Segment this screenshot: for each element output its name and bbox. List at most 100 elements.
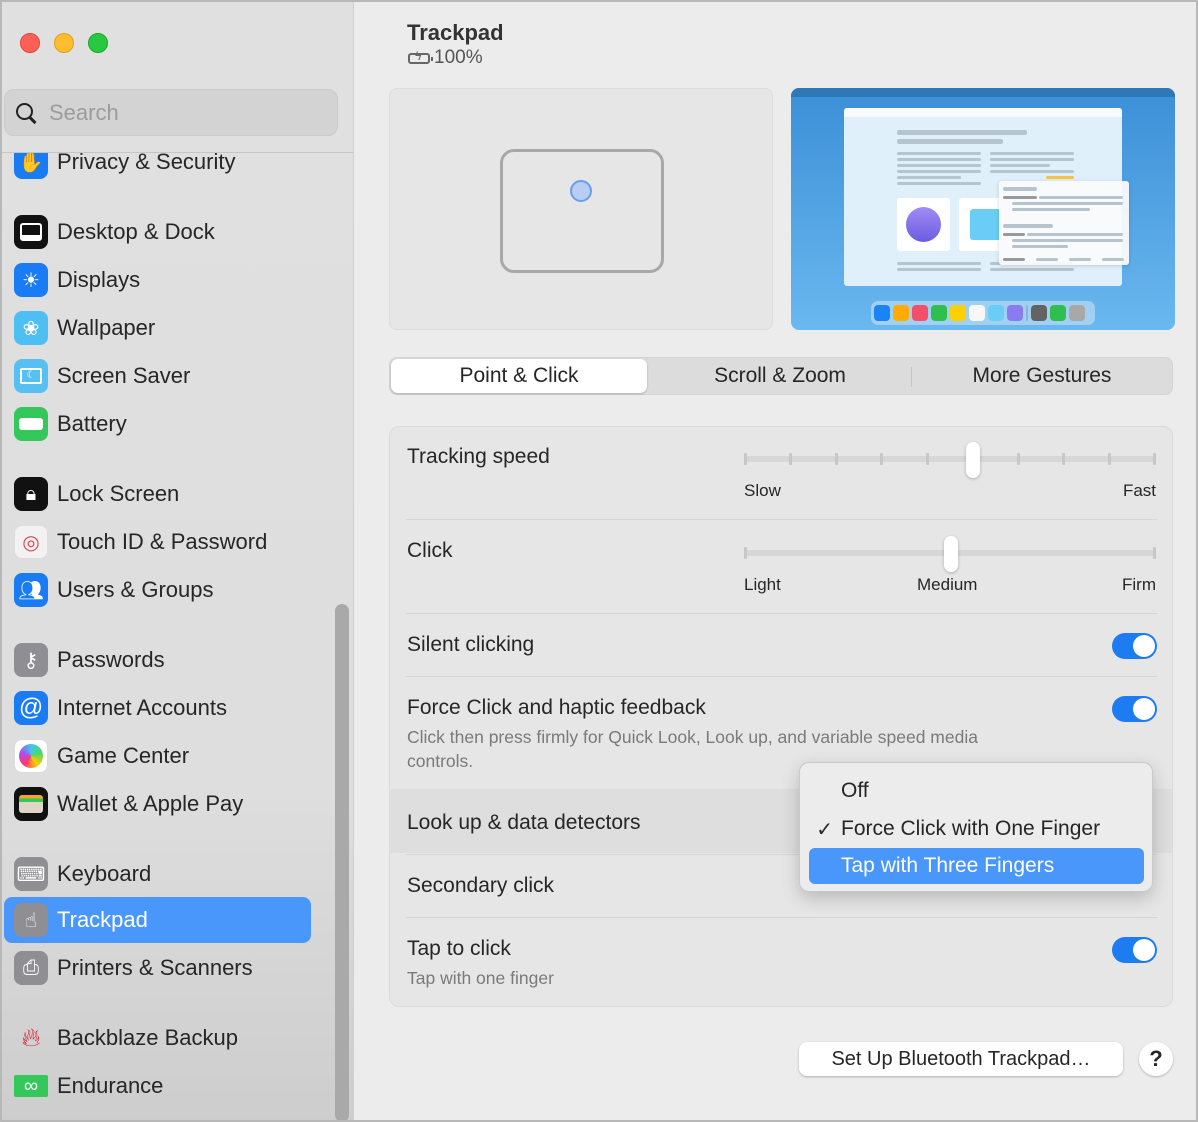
- tab-scroll-zoom[interactable]: Scroll & Zoom: [650, 358, 910, 394]
- settings-panel: Tracking speed Slow Fast Click Light Med…: [389, 426, 1173, 1007]
- users-icon: 👥︎: [14, 573, 48, 607]
- sidebar-item-battery[interactable]: Battery: [4, 401, 311, 447]
- sidebar-item-wallpaper[interactable]: ❀ Wallpaper: [4, 305, 311, 351]
- tracking-speed-slider[interactable]: [744, 442, 1156, 478]
- sidebar-item-screen-saver[interactable]: ☾ Screen Saver: [4, 353, 311, 399]
- battery-status: 100%: [408, 47, 483, 69]
- trackpad-illustration: [500, 149, 664, 273]
- sidebar-item-backblaze[interactable]: 🔥︎ Backblaze Backup: [4, 1015, 311, 1061]
- flower-icon: ❀: [14, 311, 48, 345]
- finger-tap-indicator: [570, 180, 592, 202]
- sidebar-item-label: Desktop & Dock: [57, 219, 215, 244]
- tap-to-click-toggle[interactable]: [1112, 937, 1157, 963]
- close-button[interactable]: [20, 33, 40, 53]
- zoom-button[interactable]: [88, 33, 108, 53]
- silent-clicking-toggle[interactable]: [1112, 633, 1157, 659]
- flame-icon: 🔥︎: [21, 1022, 41, 1052]
- click-label: Click: [407, 539, 453, 562]
- checkmark-icon: ✓: [816, 818, 833, 841]
- slider-thumb[interactable]: [943, 536, 958, 572]
- secondary-click-label: Secondary click: [407, 874, 555, 897]
- trackpad-icon: ☝: [14, 903, 48, 937]
- sidebar-item-label: Endurance: [57, 1073, 164, 1098]
- minimize-button[interactable]: [54, 33, 74, 53]
- setup-bluetooth-trackpad-button[interactable]: Set Up Bluetooth Trackpad…: [799, 1042, 1123, 1076]
- search-input[interactable]: [49, 99, 309, 126]
- at-icon: @: [14, 691, 48, 725]
- sidebar-item-label: Battery: [57, 411, 127, 436]
- sidebar-item-trackpad[interactable]: ☝ Trackpad: [4, 897, 311, 943]
- menu-item-tap-three-fingers[interactable]: Tap with Three Fingers: [809, 848, 1144, 884]
- slow-label: Slow: [744, 481, 781, 500]
- help-button[interactable]: ?: [1139, 1042, 1173, 1076]
- slider-tick: [789, 453, 793, 465]
- force-click-label: Force Click and haptic feedback: [407, 696, 706, 719]
- click-pressure-slider[interactable]: [744, 536, 1156, 572]
- hand-icon: ✋: [14, 153, 48, 179]
- sidebar-item-label: Keyboard: [57, 861, 152, 886]
- tab-more-gestures[interactable]: More Gestures: [912, 358, 1172, 394]
- slider-thumb[interactable]: [966, 442, 981, 478]
- sidebar-item-game-center[interactable]: Game Center: [4, 733, 311, 779]
- sidebar-item-displays[interactable]: ☀ Displays: [4, 257, 311, 303]
- sidebar-item-wallet[interactable]: Wallet & Apple Pay: [4, 781, 311, 827]
- keyboard-icon: ⌨: [14, 857, 48, 891]
- search-field[interactable]: [4, 89, 338, 136]
- divider: [406, 519, 1157, 520]
- slider-tick: [834, 453, 838, 465]
- menu-item-off[interactable]: Off: [809, 773, 1144, 809]
- tap-to-click-label: Tap to click: [407, 937, 511, 960]
- sidebar-item-label: Users & Groups: [57, 577, 214, 602]
- sun-icon: ☀: [14, 263, 48, 297]
- preview-dock: [871, 301, 1095, 325]
- slider-tick: [1107, 453, 1111, 465]
- battery-charging-icon: [408, 49, 433, 64]
- menu-item-force-click[interactable]: ✓ Force Click with One Finger: [809, 811, 1144, 847]
- sidebar-item-label: Touch ID & Password: [57, 529, 268, 554]
- sidebar-item-touch-id[interactable]: ◎ Touch ID & Password: [4, 519, 311, 565]
- sidebar-item-lock-screen[interactable]: 🔒︎ Lock Screen: [4, 471, 311, 517]
- sidebar-item-label: Lock Screen: [57, 481, 180, 506]
- sidebar-item-privacy-security[interactable]: ✋ Privacy & Security: [4, 153, 311, 185]
- slider-tick: [744, 453, 747, 465]
- key-icon: ⚷: [14, 643, 48, 677]
- divider: [406, 676, 1157, 677]
- menu-item-label: Force Click with One Finger: [841, 817, 1101, 840]
- sidebar-item-label: Displays: [57, 267, 141, 292]
- fast-label: Fast: [1122, 481, 1156, 500]
- sidebar-list: ✋ Privacy & Security Desktop & Dock ☀ Di…: [2, 153, 354, 1120]
- sidebar-scrollbar[interactable]: [335, 604, 349, 1120]
- slider-tick: [744, 547, 747, 559]
- sidebar-item-users-groups[interactable]: 👥︎ Users & Groups: [4, 567, 311, 613]
- main-pane: Trackpad 100%: [355, 2, 1196, 1120]
- sidebar-item-label: Trackpad: [57, 907, 148, 932]
- lock-icon: 🔒︎: [14, 477, 48, 511]
- sidebar-item-keyboard[interactable]: ⌨ Keyboard: [4, 851, 311, 897]
- sidebar-item-endurance[interactable]: ∞ Endurance: [4, 1063, 311, 1109]
- slider-tick: [1153, 453, 1156, 465]
- sidebar-item-label: Printers & Scanners: [57, 955, 253, 980]
- battery-level: 100%: [434, 47, 483, 68]
- sidebar-item-label: Privacy & Security: [57, 153, 236, 174]
- sidebar-item-desktop-dock[interactable]: Desktop & Dock: [4, 209, 311, 255]
- force-click-toggle[interactable]: [1112, 696, 1157, 722]
- sidebar-item-passwords[interactable]: ⚷ Passwords: [4, 637, 311, 683]
- divider: [406, 917, 1157, 918]
- slider-tick: [1062, 453, 1066, 465]
- battery-icon: [14, 407, 48, 441]
- wallet-icon: [14, 787, 48, 821]
- tab-point-click[interactable]: Point & Click: [391, 359, 647, 393]
- trackpad-preview: [389, 88, 773, 330]
- sidebar-item-label: Wallet & Apple Pay: [57, 791, 244, 816]
- sidebar-item-printers-scanners[interactable]: ⎙ Printers & Scanners: [4, 945, 311, 991]
- search-icon: [15, 102, 37, 124]
- preview-menubar: [791, 88, 1175, 97]
- slider-track: [744, 456, 1156, 462]
- sidebar-item-label: Game Center: [57, 743, 190, 768]
- sidebar-item-internet-accounts[interactable]: @ Internet Accounts: [4, 685, 311, 731]
- screensaver-icon: ☾: [14, 359, 48, 393]
- menu-item-label: Tap with Three Fingers: [841, 854, 1055, 877]
- slider-tick: [1016, 453, 1020, 465]
- silent-clicking-label: Silent clicking: [407, 633, 535, 656]
- sidebar-item-label: Backblaze Backup: [57, 1025, 238, 1050]
